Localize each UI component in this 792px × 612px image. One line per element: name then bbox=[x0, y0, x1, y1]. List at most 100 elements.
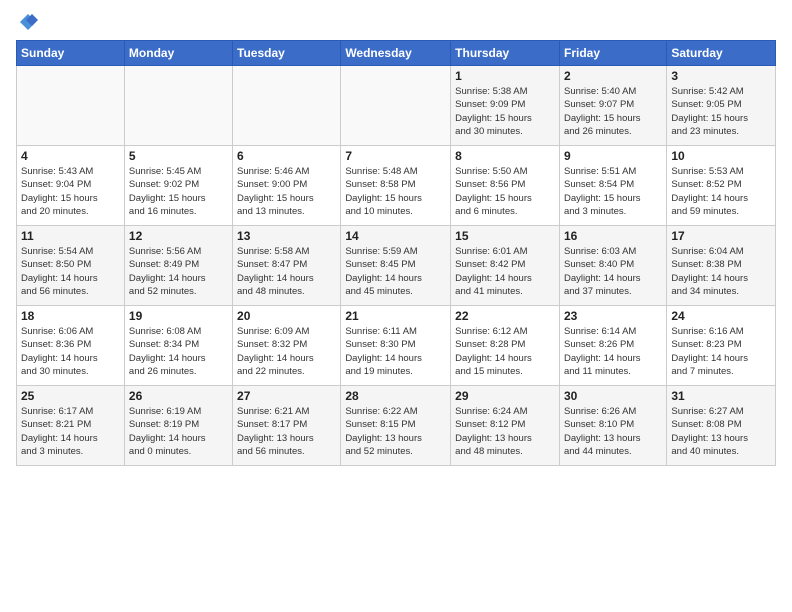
calendar-cell: 29Sunrise: 6:24 AM Sunset: 8:12 PM Dayli… bbox=[451, 386, 560, 466]
day-number: 2 bbox=[564, 69, 662, 83]
calendar-cell bbox=[17, 66, 125, 146]
day-number: 14 bbox=[345, 229, 446, 243]
day-info: Sunrise: 6:19 AM Sunset: 8:19 PM Dayligh… bbox=[129, 405, 228, 458]
header bbox=[16, 12, 776, 32]
day-info: Sunrise: 5:59 AM Sunset: 8:45 PM Dayligh… bbox=[345, 245, 446, 298]
day-number: 29 bbox=[455, 389, 555, 403]
day-number: 20 bbox=[237, 309, 336, 323]
day-number: 16 bbox=[564, 229, 662, 243]
calendar-cell: 11Sunrise: 5:54 AM Sunset: 8:50 PM Dayli… bbox=[17, 226, 125, 306]
day-number: 17 bbox=[671, 229, 771, 243]
day-info: Sunrise: 5:38 AM Sunset: 9:09 PM Dayligh… bbox=[455, 85, 555, 138]
calendar-cell: 13 Sunrise: 5:58 AM Sunset: 8:47 PM Dayli… bbox=[233, 226, 341, 306]
calendar-cell: 17 Sunrise: 6:04 AM Sunset: 8:38 PM Dayli… bbox=[667, 226, 776, 306]
calendar-cell bbox=[124, 66, 232, 146]
page: SundayMondayTuesdayWednesdayThursdayFrid… bbox=[0, 0, 792, 612]
day-number: 31 bbox=[671, 389, 771, 403]
day-number: 22 bbox=[455, 309, 555, 323]
day-info: Sunrise: 6:26 AM Sunset: 8:10 PM Dayligh… bbox=[564, 405, 662, 458]
day-info: Sunrise: 6:14 AM Sunset: 8:26 PM Dayligh… bbox=[564, 325, 662, 378]
day-info: Sunrise: 5:56 AM Sunset: 8:49 PM Dayligh… bbox=[129, 245, 228, 298]
calendar-cell: 31Sunrise: 6:27 AM Sunset: 8:08 PM Dayli… bbox=[667, 386, 776, 466]
day-info: Sunrise: 5:45 AM Sunset: 9:02 PM Dayligh… bbox=[129, 165, 228, 218]
calendar-cell: 19 Sunrise: 6:08 AM Sunset: 8:34 PM Dayli… bbox=[124, 306, 232, 386]
day-number: 26 bbox=[129, 389, 228, 403]
weekday-header-sunday: Sunday bbox=[17, 41, 125, 66]
day-number: 28 bbox=[345, 389, 446, 403]
calendar-cell: 3Sunrise: 5:42 AM Sunset: 9:05 PM Daylig… bbox=[667, 66, 776, 146]
weekday-header-thursday: Thursday bbox=[451, 41, 560, 66]
day-number: 6 bbox=[237, 149, 336, 163]
calendar-week-1: 1 Sunrise: 5:38 AM Sunset: 9:09 PM Daylig… bbox=[17, 66, 776, 146]
day-info: Sunrise: 5:54 AM Sunset: 8:50 PM Dayligh… bbox=[21, 245, 120, 298]
day-info: Sunrise: 6:16 AM Sunset: 8:23 PM Dayligh… bbox=[671, 325, 771, 378]
day-number: 7 bbox=[345, 149, 446, 163]
weekday-header-tuesday: Tuesday bbox=[233, 41, 341, 66]
calendar-cell: 12 Sunrise: 5:56 AM Sunset: 8:49 PM Dayli… bbox=[124, 226, 232, 306]
day-info: Sunrise: 5:53 AM Sunset: 8:52 PM Dayligh… bbox=[671, 165, 771, 218]
calendar-cell: 23 Sunrise: 6:14 AM Sunset: 8:26 PM Dayli… bbox=[559, 306, 666, 386]
day-number: 24 bbox=[671, 309, 771, 323]
day-info: Sunrise: 6:12 AM Sunset: 8:28 PM Dayligh… bbox=[455, 325, 555, 378]
day-number: 13 bbox=[237, 229, 336, 243]
day-info: Sunrise: 5:40 AM Sunset: 9:07 PM Dayligh… bbox=[564, 85, 662, 138]
calendar-week-5: 25Sunrise: 6:17 AM Sunset: 8:21 PM Dayli… bbox=[17, 386, 776, 466]
calendar-cell: 16 Sunrise: 6:03 AM Sunset: 8:40 PM Dayli… bbox=[559, 226, 666, 306]
day-number: 27 bbox=[237, 389, 336, 403]
calendar-week-4: 18 Sunrise: 6:06 AM Sunset: 8:36 PM Dayli… bbox=[17, 306, 776, 386]
day-info: Sunrise: 5:50 AM Sunset: 8:56 PM Dayligh… bbox=[455, 165, 555, 218]
calendar-cell: 8 Sunrise: 5:50 AM Sunset: 8:56 PM Daylig… bbox=[451, 146, 560, 226]
day-info: Sunrise: 5:48 AM Sunset: 8:58 PM Dayligh… bbox=[345, 165, 446, 218]
day-info: Sunrise: 6:01 AM Sunset: 8:42 PM Dayligh… bbox=[455, 245, 555, 298]
day-info: Sunrise: 5:58 AM Sunset: 8:47 PM Dayligh… bbox=[237, 245, 336, 298]
day-number: 15 bbox=[455, 229, 555, 243]
calendar-cell: 24 Sunrise: 6:16 AM Sunset: 8:23 PM Dayli… bbox=[667, 306, 776, 386]
logo bbox=[16, 12, 38, 32]
calendar-cell: 6 Sunrise: 5:46 AM Sunset: 9:00 PM Daylig… bbox=[233, 146, 341, 226]
day-number: 30 bbox=[564, 389, 662, 403]
logo-icon bbox=[18, 12, 38, 32]
day-info: Sunrise: 5:43 AM Sunset: 9:04 PM Dayligh… bbox=[21, 165, 120, 218]
weekday-header-row: SundayMondayTuesdayWednesdayThursdayFrid… bbox=[17, 41, 776, 66]
day-number: 4 bbox=[21, 149, 120, 163]
weekday-header-monday: Monday bbox=[124, 41, 232, 66]
calendar-week-2: 4 Sunrise: 5:43 AM Sunset: 9:04 PM Daylig… bbox=[17, 146, 776, 226]
day-info: Sunrise: 6:22 AM Sunset: 8:15 PM Dayligh… bbox=[345, 405, 446, 458]
calendar-cell bbox=[341, 66, 451, 146]
day-number: 5 bbox=[129, 149, 228, 163]
day-info: Sunrise: 6:04 AM Sunset: 8:38 PM Dayligh… bbox=[671, 245, 771, 298]
day-number: 19 bbox=[129, 309, 228, 323]
calendar-cell: 10Sunrise: 5:53 AM Sunset: 8:52 PM Dayli… bbox=[667, 146, 776, 226]
calendar-cell: 5 Sunrise: 5:45 AM Sunset: 9:02 PM Daylig… bbox=[124, 146, 232, 226]
calendar-cell: 20 Sunrise: 6:09 AM Sunset: 8:32 PM Dayli… bbox=[233, 306, 341, 386]
calendar-cell: 1 Sunrise: 5:38 AM Sunset: 9:09 PM Daylig… bbox=[451, 66, 560, 146]
day-number: 23 bbox=[564, 309, 662, 323]
day-info: Sunrise: 6:09 AM Sunset: 8:32 PM Dayligh… bbox=[237, 325, 336, 378]
day-number: 25 bbox=[21, 389, 120, 403]
calendar-cell: 15 Sunrise: 6:01 AM Sunset: 8:42 PM Dayli… bbox=[451, 226, 560, 306]
calendar-cell: 22 Sunrise: 6:12 AM Sunset: 8:28 PM Dayli… bbox=[451, 306, 560, 386]
day-number: 8 bbox=[455, 149, 555, 163]
day-number: 18 bbox=[21, 309, 120, 323]
day-info: Sunrise: 5:46 AM Sunset: 9:00 PM Dayligh… bbox=[237, 165, 336, 218]
calendar-cell: 21 Sunrise: 6:11 AM Sunset: 8:30 PM Dayli… bbox=[341, 306, 451, 386]
calendar-cell: 9Sunrise: 5:51 AM Sunset: 8:54 PM Daylig… bbox=[559, 146, 666, 226]
weekday-header-friday: Friday bbox=[559, 41, 666, 66]
calendar-cell: 7 Sunrise: 5:48 AM Sunset: 8:58 PM Daylig… bbox=[341, 146, 451, 226]
day-number: 21 bbox=[345, 309, 446, 323]
calendar-cell: 2 Sunrise: 5:40 AM Sunset: 9:07 PM Daylig… bbox=[559, 66, 666, 146]
day-info: Sunrise: 6:06 AM Sunset: 8:36 PM Dayligh… bbox=[21, 325, 120, 378]
day-info: Sunrise: 6:21 AM Sunset: 8:17 PM Dayligh… bbox=[237, 405, 336, 458]
day-number: 1 bbox=[455, 69, 555, 83]
calendar-cell: 27 Sunrise: 6:21 AM Sunset: 8:17 PM Dayli… bbox=[233, 386, 341, 466]
weekday-header-saturday: Saturday bbox=[667, 41, 776, 66]
day-number: 12 bbox=[129, 229, 228, 243]
day-info: Sunrise: 6:11 AM Sunset: 8:30 PM Dayligh… bbox=[345, 325, 446, 378]
calendar-week-3: 11Sunrise: 5:54 AM Sunset: 8:50 PM Dayli… bbox=[17, 226, 776, 306]
weekday-header-wednesday: Wednesday bbox=[341, 41, 451, 66]
day-info: Sunrise: 6:03 AM Sunset: 8:40 PM Dayligh… bbox=[564, 245, 662, 298]
day-info: Sunrise: 6:08 AM Sunset: 8:34 PM Dayligh… bbox=[129, 325, 228, 378]
day-info: Sunrise: 5:51 AM Sunset: 8:54 PM Dayligh… bbox=[564, 165, 662, 218]
calendar-cell: 25Sunrise: 6:17 AM Sunset: 8:21 PM Dayli… bbox=[17, 386, 125, 466]
calendar-cell: 18 Sunrise: 6:06 AM Sunset: 8:36 PM Dayli… bbox=[17, 306, 125, 386]
